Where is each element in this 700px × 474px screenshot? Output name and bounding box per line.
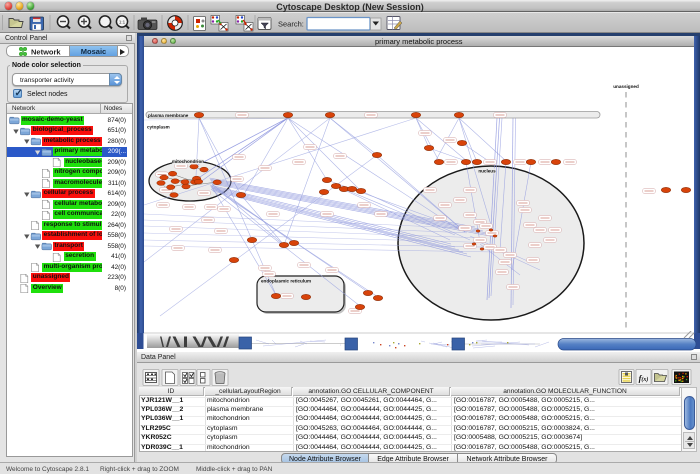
svg-text:plasma membrane: plasma membrane [148,113,189,118]
svg-text:Network: Network [31,48,61,57]
svg-text:cytoplasm: cytoplasm [147,125,170,130]
svg-text:unassigned: unassigned [613,84,639,89]
svg-text:1:1: 1:1 [119,20,126,25]
svg-text:endoplasmic reticulum: endoplasmic reticulum [261,279,311,284]
svg-text:mitochondrion: mitochondrion [172,159,204,164]
svg-text:Search:: Search: [278,20,304,29]
svg-text:nucleus: nucleus [478,169,496,174]
